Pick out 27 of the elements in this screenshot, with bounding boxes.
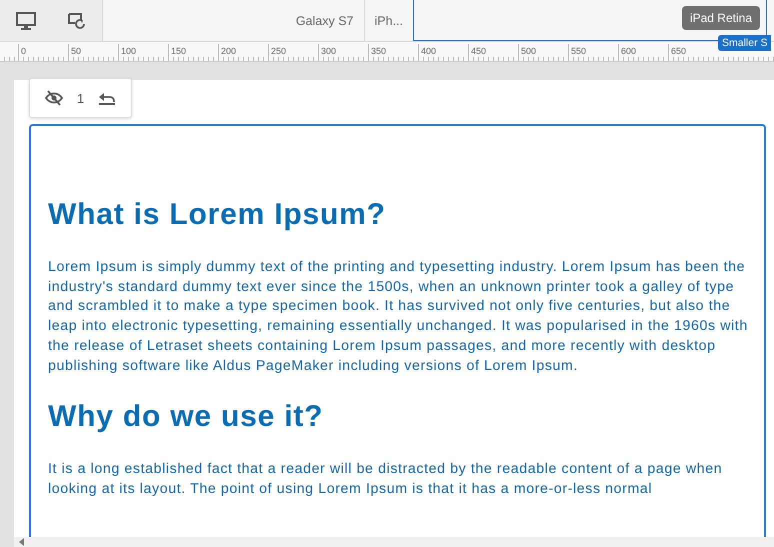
undo-icon[interactable] — [98, 91, 116, 105]
tooltip: Smaller S — [718, 35, 771, 51]
ruler-label: 400 — [418, 44, 436, 58]
ruler-label: 50 — [68, 44, 82, 58]
hidden-count: 1 — [76, 90, 84, 106]
ruler-label: 600 — [618, 44, 636, 58]
device-tab[interactable]: iPh... — [364, 0, 413, 41]
ruler-label: 550 — [568, 44, 586, 58]
ruler-label: 350 — [368, 44, 386, 58]
ruler-label: 0 — [18, 44, 26, 58]
hidden-eye-icon[interactable] — [44, 90, 63, 106]
device-tab[interactable]: Galaxy S7 — [286, 0, 364, 41]
ruler-label: 450 — [468, 44, 486, 58]
monitor-icon[interactable] — [16, 12, 36, 30]
ruler-label: 250 — [268, 44, 286, 58]
ruler-label: 200 — [218, 44, 236, 58]
device-button[interactable]: iPad Retina — [682, 6, 760, 30]
ruler-label: 150 — [168, 44, 186, 58]
ruler-label: 650 — [668, 44, 686, 58]
page-paragraph: Lorem Ipsum is simply dummy text of the printing and typesetting industry. Lorem Ipsum has been the industry's standard dummy text ever since the 1500s, when an unknown printer took a galley of type and scrambled it to make a type specimen book. It has survived not only five centuries, but also the leap into electronic typesetting, remaining essentially unchanged. It was popularised in the 1960s with the release of Letraset sheets containing Lorem Ipsum passages, and more recently with desktop publishing software like Aldus PageMaker including versions of Lorem Ipsum. — [48, 258, 748, 376]
ruler-label: 100 — [118, 44, 136, 58]
page-heading: What is Lorem Ipsum? — [48, 198, 387, 232]
ruler-label: 500 — [518, 44, 536, 58]
page-paragraph: It is a long established fact that a reader will be distracted by the readable content of a page when looking at its layout. The point of using Lorem Ipsum is that it has a more-or-less normal — [48, 460, 724, 499]
ruler-label: 300 — [318, 44, 336, 58]
page-heading: Why do we use it? — [48, 400, 324, 434]
rotate-device-icon[interactable] — [66, 12, 86, 30]
